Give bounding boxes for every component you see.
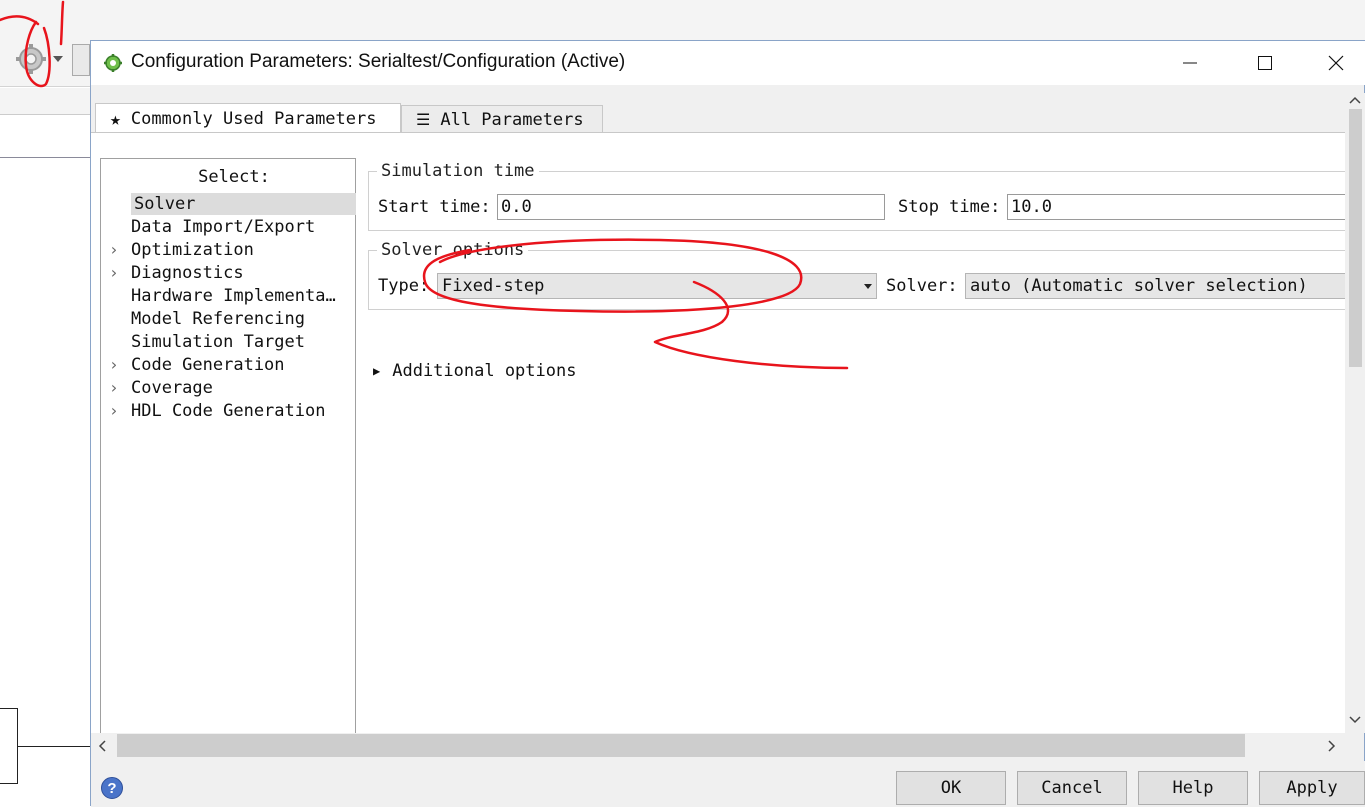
- chevron-right-icon[interactable]: ›: [109, 262, 119, 284]
- close-button[interactable]: [1301, 41, 1365, 85]
- group-legend: Simulation time: [377, 161, 539, 181]
- tab-label: Commonly Used Parameters: [130, 109, 377, 129]
- tree-header: Select:: [198, 167, 270, 187]
- solver-type-select[interactable]: Fixed-step: [437, 273, 877, 299]
- horizontal-scrollbar[interactable]: [91, 733, 1345, 759]
- maximize-icon: [1258, 56, 1272, 70]
- maximize-button[interactable]: [1230, 41, 1300, 85]
- tree-item-hdl-code-generation[interactable]: › HDL Code Generation: [109, 400, 326, 422]
- tree-item-simulation-target[interactable]: Simulation Target: [131, 331, 305, 353]
- tree-item-label: Solver: [134, 194, 196, 214]
- minimize-icon: [1183, 62, 1197, 64]
- tree-item-optimization[interactable]: › Optimization: [109, 239, 254, 261]
- simulation-time-group: Simulation time Start time: 0.0 Stop tim…: [368, 161, 1347, 231]
- triangle-right-icon: ▶: [373, 364, 381, 378]
- background-signal-line: [18, 746, 92, 747]
- group-legend: Solver options: [377, 240, 529, 260]
- tree-item-diagnostics[interactable]: › Diagnostics: [109, 262, 244, 284]
- scroll-down-icon[interactable]: [1349, 715, 1361, 725]
- chevron-down-icon[interactable]: [53, 56, 63, 62]
- tree-item-hardware-implementation[interactable]: Hardware Implementa…: [131, 285, 336, 307]
- tree-item-label: Hardware Implementa…: [131, 286, 336, 306]
- document-icon[interactable]: [72, 44, 90, 76]
- scroll-left-icon[interactable]: [97, 740, 107, 752]
- help-button[interactable]: Help: [1138, 771, 1248, 805]
- tree-item-label: Code Generation: [131, 355, 285, 375]
- chevron-right-icon[interactable]: ›: [109, 354, 119, 376]
- tab-content-panel: Select: Solver Data Import/Export › Optim…: [91, 132, 1347, 739]
- tree-item-label: Diagnostics: [131, 263, 244, 283]
- chevron-right-icon[interactable]: ›: [109, 377, 119, 399]
- close-icon: [1328, 55, 1344, 71]
- stop-time-label: Stop time:: [898, 197, 1001, 217]
- solver-select[interactable]: auto (Automatic solver selection): [965, 273, 1347, 299]
- help-icon[interactable]: ?: [101, 777, 123, 799]
- tab-commonly-used-parameters[interactable]: ★ Commonly Used Parameters: [95, 103, 401, 134]
- tree-item-data-import-export[interactable]: Data Import/Export: [131, 216, 315, 238]
- dropdown-arrow-icon: [864, 284, 872, 289]
- apply-button[interactable]: Apply: [1259, 771, 1365, 805]
- scroll-right-icon[interactable]: [1327, 740, 1337, 752]
- cancel-button[interactable]: Cancel: [1017, 771, 1127, 805]
- tree-item-label: Coverage: [131, 378, 213, 398]
- config-gear-icon: [104, 54, 122, 72]
- additional-options-toggle[interactable]: ▶ Additional options: [373, 361, 576, 381]
- vertical-scrollbar[interactable]: [1345, 93, 1365, 733]
- tab-strip: ★ Commonly Used Parameters ☰ All Paramet…: [91, 85, 1345, 134]
- background-divider: [0, 157, 92, 158]
- dialog-button-bar: ? OK Cancel Help Apply: [91, 761, 1365, 807]
- start-time-label: Start time:: [378, 197, 491, 217]
- configuration-parameters-dialog: Configuration Parameters: Serialtest/Con…: [90, 40, 1365, 807]
- list-icon: ☰: [416, 110, 431, 129]
- tree-item-label: Optimization: [131, 240, 254, 260]
- tab-all-parameters[interactable]: ☰ All Parameters: [401, 105, 603, 133]
- model-settings-gear-icon[interactable]: [14, 42, 48, 76]
- solver-label: Solver:: [886, 276, 958, 296]
- tree-item-label: Simulation Target: [131, 332, 305, 352]
- chevron-right-icon[interactable]: ›: [109, 239, 119, 261]
- tab-label: All Parameters: [440, 109, 584, 130]
- dialog-title: Configuration Parameters: Serialtest/Con…: [131, 51, 626, 72]
- title-bar[interactable]: Configuration Parameters: Serialtest/Con…: [91, 41, 1365, 85]
- ok-button[interactable]: OK: [896, 771, 1006, 805]
- solver-type-label: Type:: [378, 276, 430, 296]
- tree-item-solver[interactable]: Solver: [131, 193, 356, 215]
- tree-item-label: HDL Code Generation: [131, 401, 326, 421]
- additional-options-label: Additional options: [392, 361, 577, 381]
- background-model-block[interactable]: [0, 708, 18, 784]
- star-icon: ★: [110, 108, 121, 130]
- horizontal-scroll-thumb[interactable]: [117, 734, 1245, 757]
- tree-item-coverage[interactable]: › Coverage: [109, 377, 213, 399]
- tree-item-model-referencing[interactable]: Model Referencing: [131, 308, 305, 330]
- tree-item-label: Data Import/Export: [131, 217, 316, 237]
- vertical-scroll-thumb[interactable]: [1349, 109, 1362, 367]
- chevron-right-icon[interactable]: ›: [109, 400, 119, 422]
- tree-item-code-generation[interactable]: › Code Generation: [109, 354, 285, 376]
- stop-time-input[interactable]: 10.0: [1007, 194, 1347, 220]
- background-address-bar: [0, 88, 100, 115]
- select-value: Fixed-step: [442, 276, 545, 296]
- tree-item-label: Model Referencing: [131, 309, 305, 329]
- category-tree: Select: Solver Data Import/Export › Optim…: [100, 158, 356, 739]
- select-value: auto (Automatic solver selection): [970, 276, 1308, 296]
- start-time-input[interactable]: 0.0: [497, 194, 885, 220]
- minimize-button[interactable]: [1155, 41, 1225, 85]
- solver-options-group: Solver options Type: Fixed-step Solver: …: [368, 240, 1347, 310]
- scroll-up-icon[interactable]: [1349, 95, 1361, 105]
